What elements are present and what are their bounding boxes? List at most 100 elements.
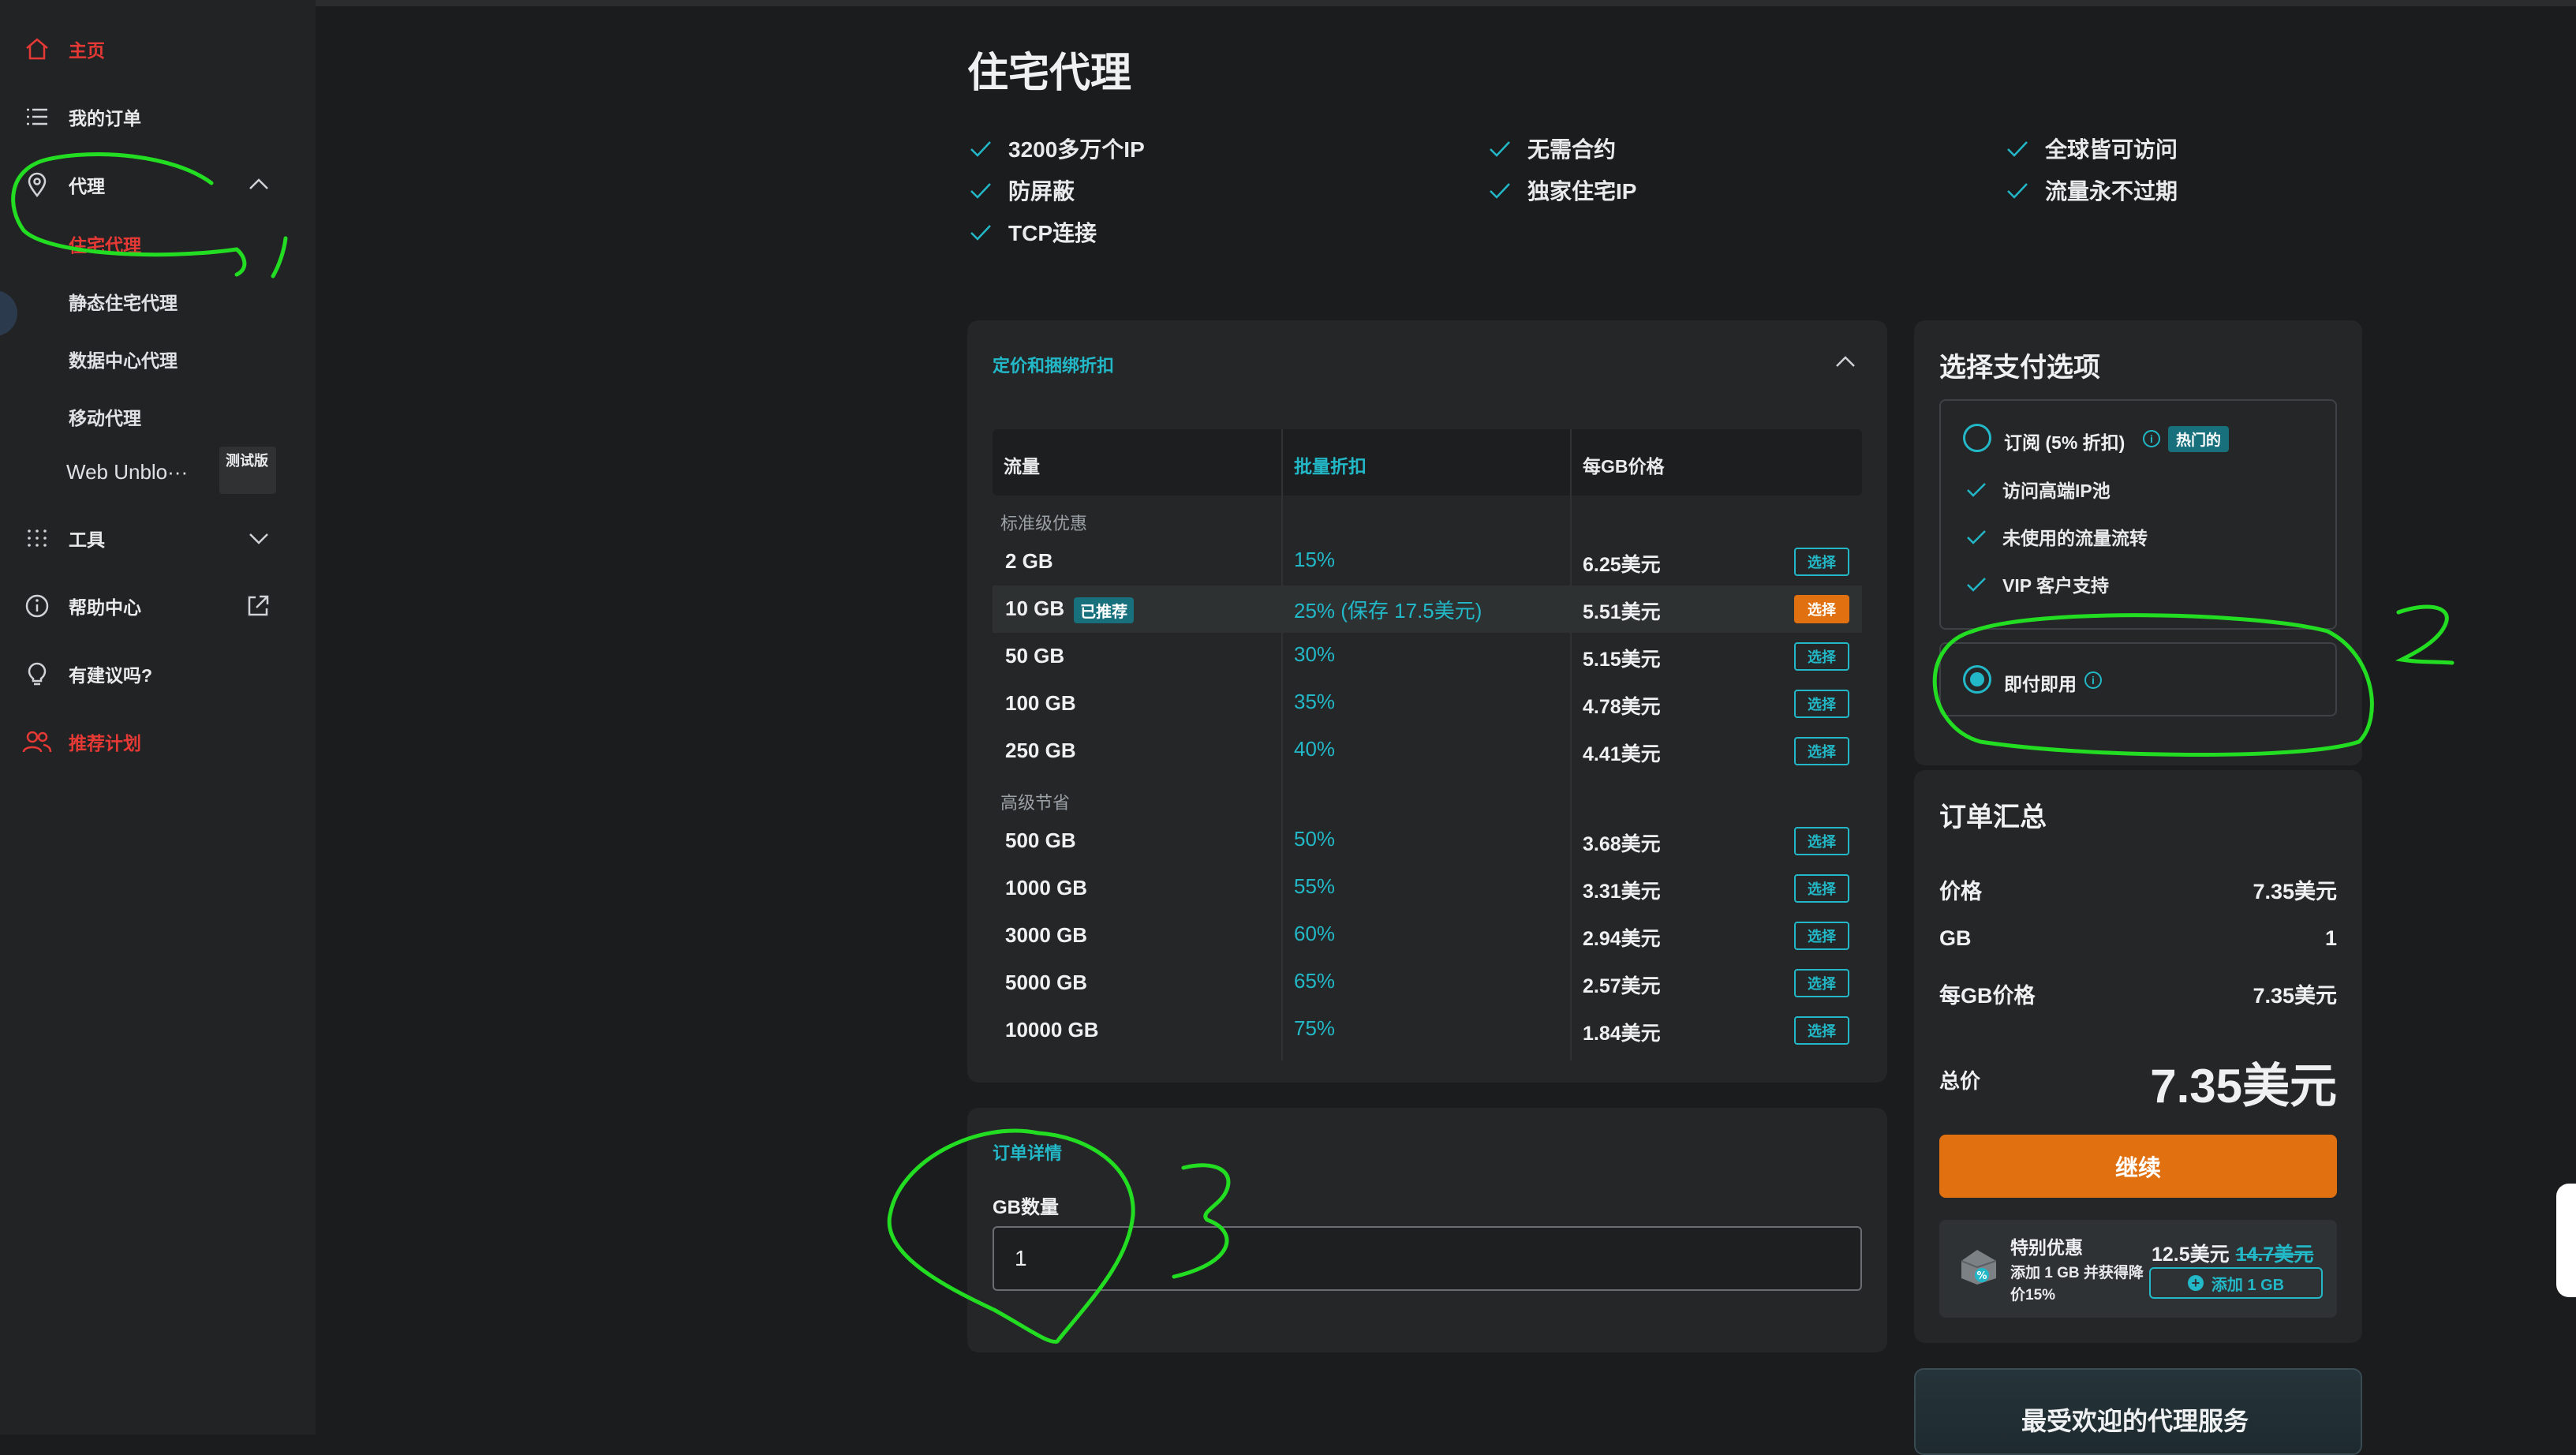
sidebar-item-label: 工具 [69, 529, 105, 550]
feature-item: 防屏蔽 [967, 174, 1075, 206]
perk-item: VIP 客户支持 [1965, 570, 2109, 597]
add-1gb-button[interactable]: + 添加 1 GB [2149, 1267, 2323, 1299]
summary-label: 每GB价格 [1939, 984, 2036, 1008]
sidebar-item-label: 主页 [69, 40, 105, 61]
feature-label: TCP连接 [1008, 221, 1097, 245]
sidebar-sub-datacenter[interactable]: 数据中心代理 [69, 346, 178, 372]
traffic-cell: 2 GB [1005, 549, 1053, 573]
check-icon [1967, 530, 1986, 544]
pricing-heading[interactable]: 定价和捆绑折扣 [993, 352, 1114, 377]
pay-as-you-go-radio[interactable] [1963, 665, 1991, 694]
price-cell: 5.15美元 [1583, 649, 1661, 671]
chevron-down-icon[interactable] [245, 524, 273, 552]
sidebar-item-referral[interactable]: 推荐计划 [0, 718, 316, 765]
floating-side-widget[interactable] [2556, 1184, 2576, 1297]
gb-quantity-label: GB数量 [993, 1197, 1059, 1218]
discount-cell: 75% [1294, 1016, 1336, 1040]
payment-options-title: 选择支付选项 [1939, 353, 2100, 383]
price-cell: 4.41美元 [1583, 743, 1661, 765]
special-offer-description: 添加 1 GB 并获得降价15% [2010, 1265, 2144, 1304]
total-value: 7.35美元 [2150, 1060, 2337, 1113]
home-icon [22, 34, 52, 64]
sidebar-sub-mobile[interactable]: 移动代理 [69, 403, 141, 430]
discount-cell: 25% (保存 17.5美元) [1294, 599, 1482, 623]
chevron-up-icon[interactable] [1832, 349, 1859, 376]
sidebar: 主页 我的订单 代理 住宅代理 静态住宅代理 数据中心代理 移动代理 Web U… [0, 0, 316, 1434]
chevron-up-icon[interactable] [245, 170, 273, 199]
select-button[interactable]: 选择 [1794, 1016, 1849, 1045]
table-row: 10 GB 已推荐 25% (保存 17.5美元) 5.51美元 选择 [993, 585, 1862, 633]
feature-item: TCP连接 [967, 216, 1097, 248]
feature-item: 3200多万个IP [967, 133, 1145, 164]
discount-cell: 55% [1294, 874, 1336, 898]
traffic-cell: 3000 GB [1005, 923, 1088, 947]
select-button[interactable]: 选择 [1794, 690, 1849, 718]
sidebar-item-label: 我的订单 [69, 108, 141, 129]
continue-button[interactable]: 继续 [1939, 1135, 2337, 1198]
special-offer-price: 12.5美元 14.7美元 [2152, 1239, 2313, 1267]
sidebar-item-label: 代理 [69, 176, 105, 196]
select-button[interactable]: 选择 [1794, 969, 1849, 997]
pricing-table-header [993, 429, 1862, 496]
sidebar-item-label: 有建议吗? [69, 665, 153, 686]
select-button[interactable]: 选择 [1794, 874, 1849, 903]
select-button[interactable]: 选择 [1794, 922, 1849, 950]
price-cell: 2.57美元 [1583, 975, 1661, 997]
info-icon[interactable]: i [2084, 671, 2102, 689]
traffic-cell: 50 GB [1005, 644, 1065, 668]
summary-price-row: 价格 7.35美元 [1939, 874, 2337, 905]
sidebar-item-home[interactable]: 主页 [0, 25, 316, 73]
column-header-discount: 批量折扣 [1294, 456, 1367, 477]
sidebar-item-proxy[interactable]: 代理 [0, 161, 316, 208]
feature-item: 流量永不过期 [2004, 174, 2178, 206]
annotation-digit-2 [2395, 604, 2454, 665]
select-button[interactable]: 选择 [1794, 827, 1849, 855]
discount-cell: 40% [1294, 737, 1336, 761]
price-cell: 2.94美元 [1583, 928, 1661, 950]
check-icon [1490, 141, 1510, 157]
table-row: 1000 GB 55% 3.31美元 选择 [993, 865, 1862, 912]
pay-as-you-go-option[interactable] [1939, 642, 2337, 716]
sidebar-item-tools[interactable]: 工具 [0, 514, 316, 562]
pay-as-you-go-label: 即付即用 [2004, 674, 2077, 694]
add-1gb-label: 添加 1 GB [2211, 1276, 2285, 1294]
gift-box-icon: % [1961, 1250, 1997, 1285]
sidebar-sub-residential[interactable]: 住宅代理 [69, 230, 141, 257]
group-label-premium: 高级节省 [1000, 793, 1071, 813]
info-icon [22, 591, 52, 621]
subscription-radio[interactable] [1963, 424, 1991, 452]
hot-badge: 热门的 [2168, 426, 2230, 452]
sidebar-item-orders[interactable]: 我的订单 [0, 93, 316, 140]
sidebar-sub-web-unblocker[interactable]: Web Unblo··· [66, 460, 188, 484]
total-label: 总价 [1939, 1069, 1981, 1093]
table-row: 100 GB 35% 4.78美元 选择 [993, 680, 1862, 728]
collapse-handle[interactable] [0, 290, 17, 336]
gb-quantity-input[interactable] [993, 1226, 1862, 1291]
discount-cell: 35% [1294, 690, 1336, 713]
table-row: 3000 GB 60% 2.94美元 选择 [993, 912, 1862, 959]
sidebar-sub-static-residential[interactable]: 静态住宅代理 [69, 288, 178, 315]
price-cell: 3.31美元 [1583, 881, 1661, 903]
discount-cell: 60% [1294, 922, 1336, 945]
info-icon[interactable]: i [2143, 430, 2160, 447]
sidebar-item-help[interactable]: 帮助中心 [0, 582, 316, 630]
top-border [316, 0, 2576, 6]
traffic-value: 10 GB [1005, 597, 1065, 620]
price-cell: 6.25美元 [1583, 554, 1661, 576]
traffic-cell: 10000 GB [1005, 1018, 1099, 1042]
summary-label: GB [1939, 926, 1972, 950]
offer-new-price: 12.5美元 [2152, 1244, 2230, 1266]
select-button[interactable]: 选择 [1794, 737, 1849, 765]
price-cell: 1.84美元 [1583, 1023, 1661, 1045]
check-icon [970, 225, 991, 241]
check-icon [1490, 183, 1510, 199]
select-button[interactable]: 选择 [1794, 642, 1849, 671]
select-button[interactable]: 选择 [1794, 548, 1849, 576]
select-button[interactable]: 选择 [1794, 595, 1849, 623]
traffic-cell: 1000 GB [1005, 876, 1088, 900]
discount-cell: 50% [1294, 827, 1336, 851]
list-icon [22, 102, 52, 132]
users-icon [22, 727, 52, 757]
summary-value: 7.35美元 [2253, 984, 2337, 1008]
sidebar-item-feedback[interactable]: 有建议吗? [0, 650, 316, 698]
